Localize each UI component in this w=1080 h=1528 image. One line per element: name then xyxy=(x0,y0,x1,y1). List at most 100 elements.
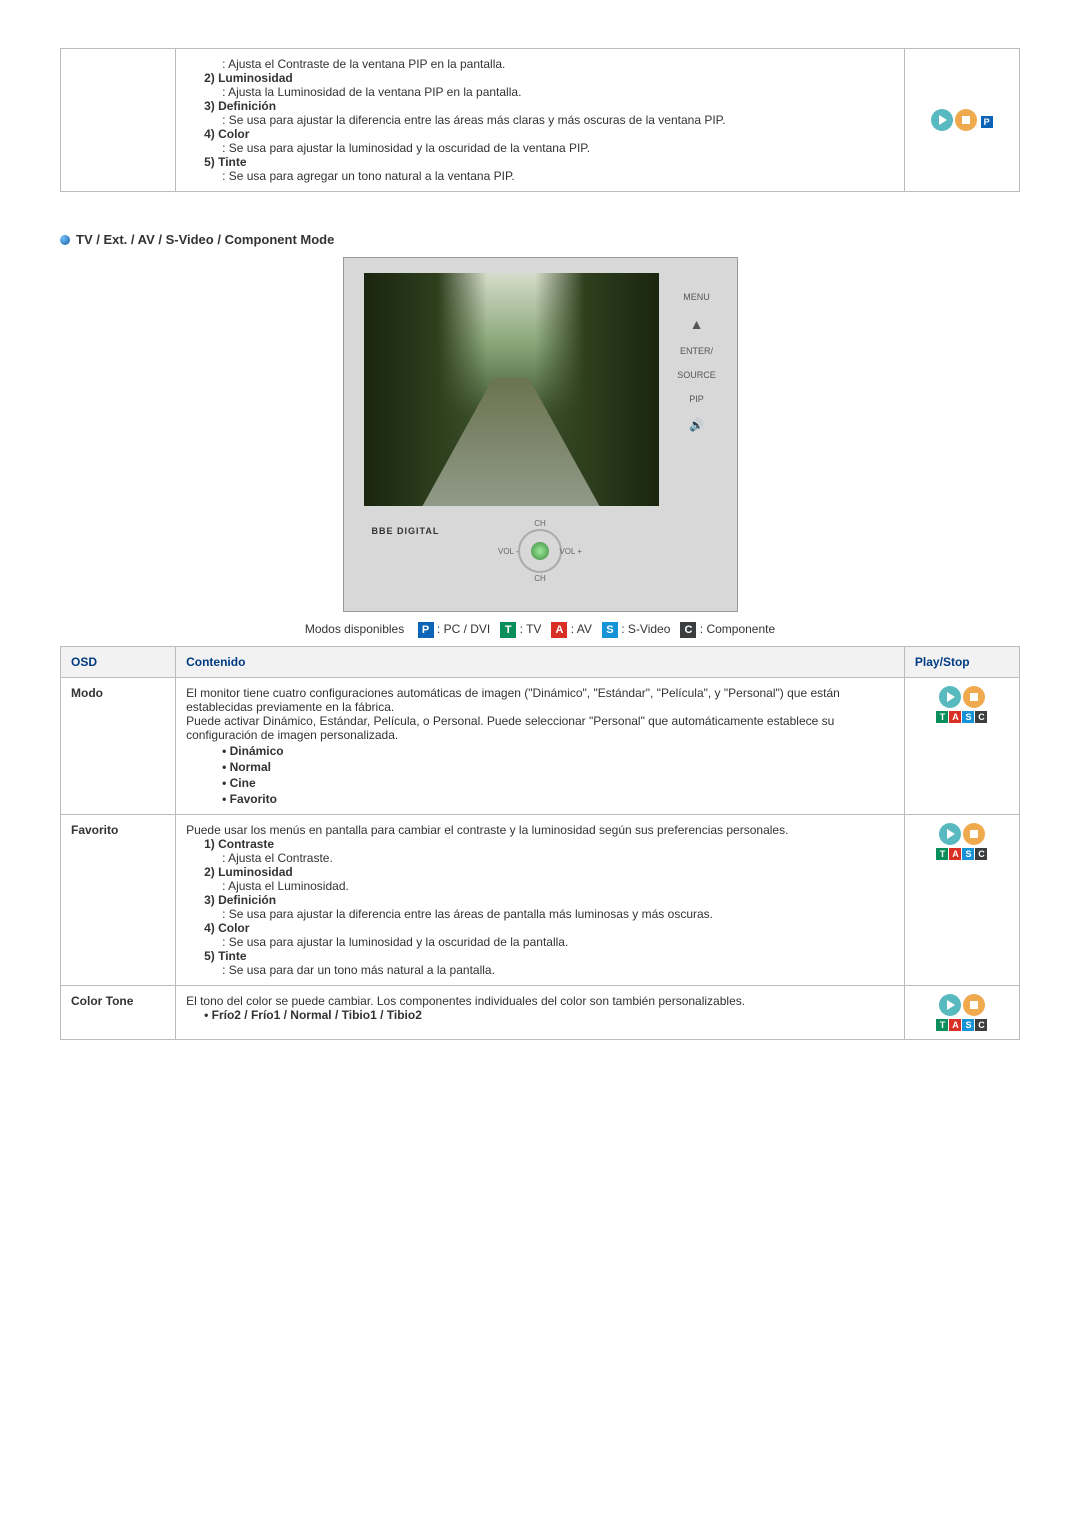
pip-item-3-title: 3) Definición xyxy=(186,99,894,113)
section-header: TV / Ext. / AV / S-Video / Component Mod… xyxy=(60,232,1020,247)
row-favorito-para: Puede usar los menús en pantalla para ca… xyxy=(186,823,894,837)
mode-badge-c: C xyxy=(680,622,696,638)
stop-icon xyxy=(963,686,985,708)
table-row: Modo El monitor tiene cuatro configuraci… xyxy=(61,678,1020,815)
tv-screen-illustration xyxy=(364,273,659,506)
table-row: Favorito Puede usar los menús en pantall… xyxy=(61,815,1020,986)
fav-item-3-d: : Se usa para ajustar la diferencia entr… xyxy=(186,907,894,921)
tv-pip-label: PIP xyxy=(667,394,727,404)
fav-item-1-t: 1) Contraste xyxy=(186,837,894,851)
a-badge-icon: A xyxy=(949,1019,961,1031)
ch-up-label: CH xyxy=(534,519,546,528)
vol-minus-label: VOL - xyxy=(498,547,519,556)
t-badge-icon: T xyxy=(936,848,948,860)
stop-icon xyxy=(963,994,985,1016)
t-badge-icon: T xyxy=(936,711,948,723)
fav-item-3-t: 3) Definición xyxy=(186,893,894,907)
pip-item-4-title: 4) Color xyxy=(186,127,894,141)
play-stop-icon xyxy=(939,994,985,1016)
tv-side-panel: MENU ▲ ENTER/ SOURCE PIP 🔊 xyxy=(667,278,727,446)
modes-label: Modos disponibles xyxy=(305,622,404,636)
fav-item-5-d: : Se usa para dar un tono más natural a … xyxy=(186,963,894,977)
tv-control-ring: CH CH VOL - VOL + xyxy=(518,529,562,573)
stop-icon xyxy=(963,823,985,845)
pip-item-4-desc: : Se usa para ajustar la luminosidad y l… xyxy=(186,141,894,155)
s-badge-icon: S xyxy=(962,1019,974,1031)
tv-speaker-icon: 🔊 xyxy=(667,418,727,432)
pip-content-cell: : Ajusta el Contraste de la ventana PIP … xyxy=(176,49,905,192)
row-favorito-playstop: T A S C xyxy=(904,815,1019,986)
table-row: Color Tone El tono del color se puede ca… xyxy=(61,986,1020,1040)
row-colortone-playstop: T A S C xyxy=(904,986,1019,1040)
mode-badge-s: S xyxy=(602,622,618,638)
pip-settings-table: : Ajusta el Contraste de la ventana PIP … xyxy=(60,48,1020,192)
row-colortone-content: El tono del color se puede cambiar. Los … xyxy=(176,986,905,1040)
fav-item-4-d: : Se usa para ajustar la luminosidad y l… xyxy=(186,935,894,949)
fav-item-2-d: : Ajusta el Luminosidad. xyxy=(186,879,894,893)
modo-bullet-3: Cine xyxy=(186,776,894,790)
mode-badge-t: T xyxy=(500,622,516,638)
pip-item-5-desc: : Se usa para agregar un tono natural a … xyxy=(186,169,894,183)
row-modo-para: El monitor tiene cuatro configuraciones … xyxy=(186,686,894,742)
vol-plus-label: VOL + xyxy=(559,547,582,556)
tv-monitor-illustration: MENU ▲ ENTER/ SOURCE PIP 🔊 BBE DIGITAL C… xyxy=(343,257,738,612)
pip-item-2-desc: : Ajusta la Luminosidad de la ventana PI… xyxy=(186,85,894,99)
modo-bullet-1: Dinámico xyxy=(186,744,894,758)
play-icon xyxy=(939,823,961,845)
section-title: TV / Ext. / AV / S-Video / Component Mod… xyxy=(76,232,334,247)
pip-item-2-title: 2) Luminosidad xyxy=(186,71,894,85)
fav-item-2-t: 2) Luminosidad xyxy=(186,865,894,879)
row-modo-content: El monitor tiene cuatro configuraciones … xyxy=(176,678,905,815)
a-badge-icon: A xyxy=(949,848,961,860)
tv-button-icon: ▲ xyxy=(667,316,727,332)
power-button-icon xyxy=(531,542,549,560)
pip-item-1-desc: : Ajusta el Contraste de la ventana PIP … xyxy=(186,57,894,71)
modes-available-line: Modos disponibles P : PC / DVI T : TV A … xyxy=(60,622,1020,638)
row-modo-label: Modo xyxy=(61,678,176,815)
pip-item-3-desc: : Se usa para ajustar la diferencia entr… xyxy=(186,113,894,127)
tv-logo: BBE DIGITAL xyxy=(372,526,440,536)
mode-text-p: : PC / DVI xyxy=(437,622,490,636)
mode-badge-p: P xyxy=(418,622,434,638)
a-badge-icon: A xyxy=(949,711,961,723)
tv-controls: CH CH VOL - VOL + xyxy=(495,516,585,586)
th-playstop: Play/Stop xyxy=(904,647,1019,678)
mode-badge-a: A xyxy=(551,622,567,638)
row-colortone-label: Color Tone xyxy=(61,986,176,1040)
s-badge-icon: S xyxy=(962,848,974,860)
row-colortone-para: El tono del color se puede cambiar. Los … xyxy=(186,994,894,1008)
fav-item-4-t: 4) Color xyxy=(186,921,894,935)
empty-osd-cell xyxy=(61,49,176,192)
tv-menu-label: MENU xyxy=(667,292,727,302)
row-colortone-sub: • Frío2 / Frío1 / Normal / Tibio1 / Tibi… xyxy=(186,1008,894,1022)
fav-item-1-d: : Ajusta el Contraste. xyxy=(186,851,894,865)
pip-item-5-title: 5) Tinte xyxy=(186,155,894,169)
play-icon xyxy=(939,686,961,708)
row-favorito-label: Favorito xyxy=(61,815,176,986)
modo-bullet-4: Favorito xyxy=(186,792,894,806)
mode-text-s: : S-Video xyxy=(621,622,670,636)
mode-text-t: : TV xyxy=(520,622,542,636)
s-badge-icon: S xyxy=(962,711,974,723)
c-badge-icon: C xyxy=(975,848,987,860)
play-icon xyxy=(931,109,953,131)
th-osd: OSD xyxy=(61,647,176,678)
fav-item-5-t: 5) Tinte xyxy=(186,949,894,963)
tv-source-label: SOURCE xyxy=(667,370,727,380)
play-stop-icon xyxy=(931,109,977,131)
c-badge-icon: C xyxy=(975,1019,987,1031)
mode-text-c: : Componente xyxy=(700,622,775,636)
play-icon xyxy=(939,994,961,1016)
section-bullet-icon xyxy=(60,235,70,245)
c-badge-icon: C xyxy=(975,711,987,723)
stop-icon xyxy=(955,109,977,131)
ch-down-label: CH xyxy=(534,574,546,583)
p-badge-icon: P xyxy=(981,116,993,128)
t-badge-icon: T xyxy=(936,1019,948,1031)
row-modo-playstop: T A S C xyxy=(904,678,1019,815)
settings-table: OSD Contenido Play/Stop Modo El monitor … xyxy=(60,646,1020,1040)
row-favorito-content: Puede usar los menús en pantalla para ca… xyxy=(176,815,905,986)
pip-playstop-cell: P xyxy=(904,49,1019,192)
play-stop-icon xyxy=(939,823,985,845)
tv-enter-label: ENTER/ xyxy=(667,346,727,356)
